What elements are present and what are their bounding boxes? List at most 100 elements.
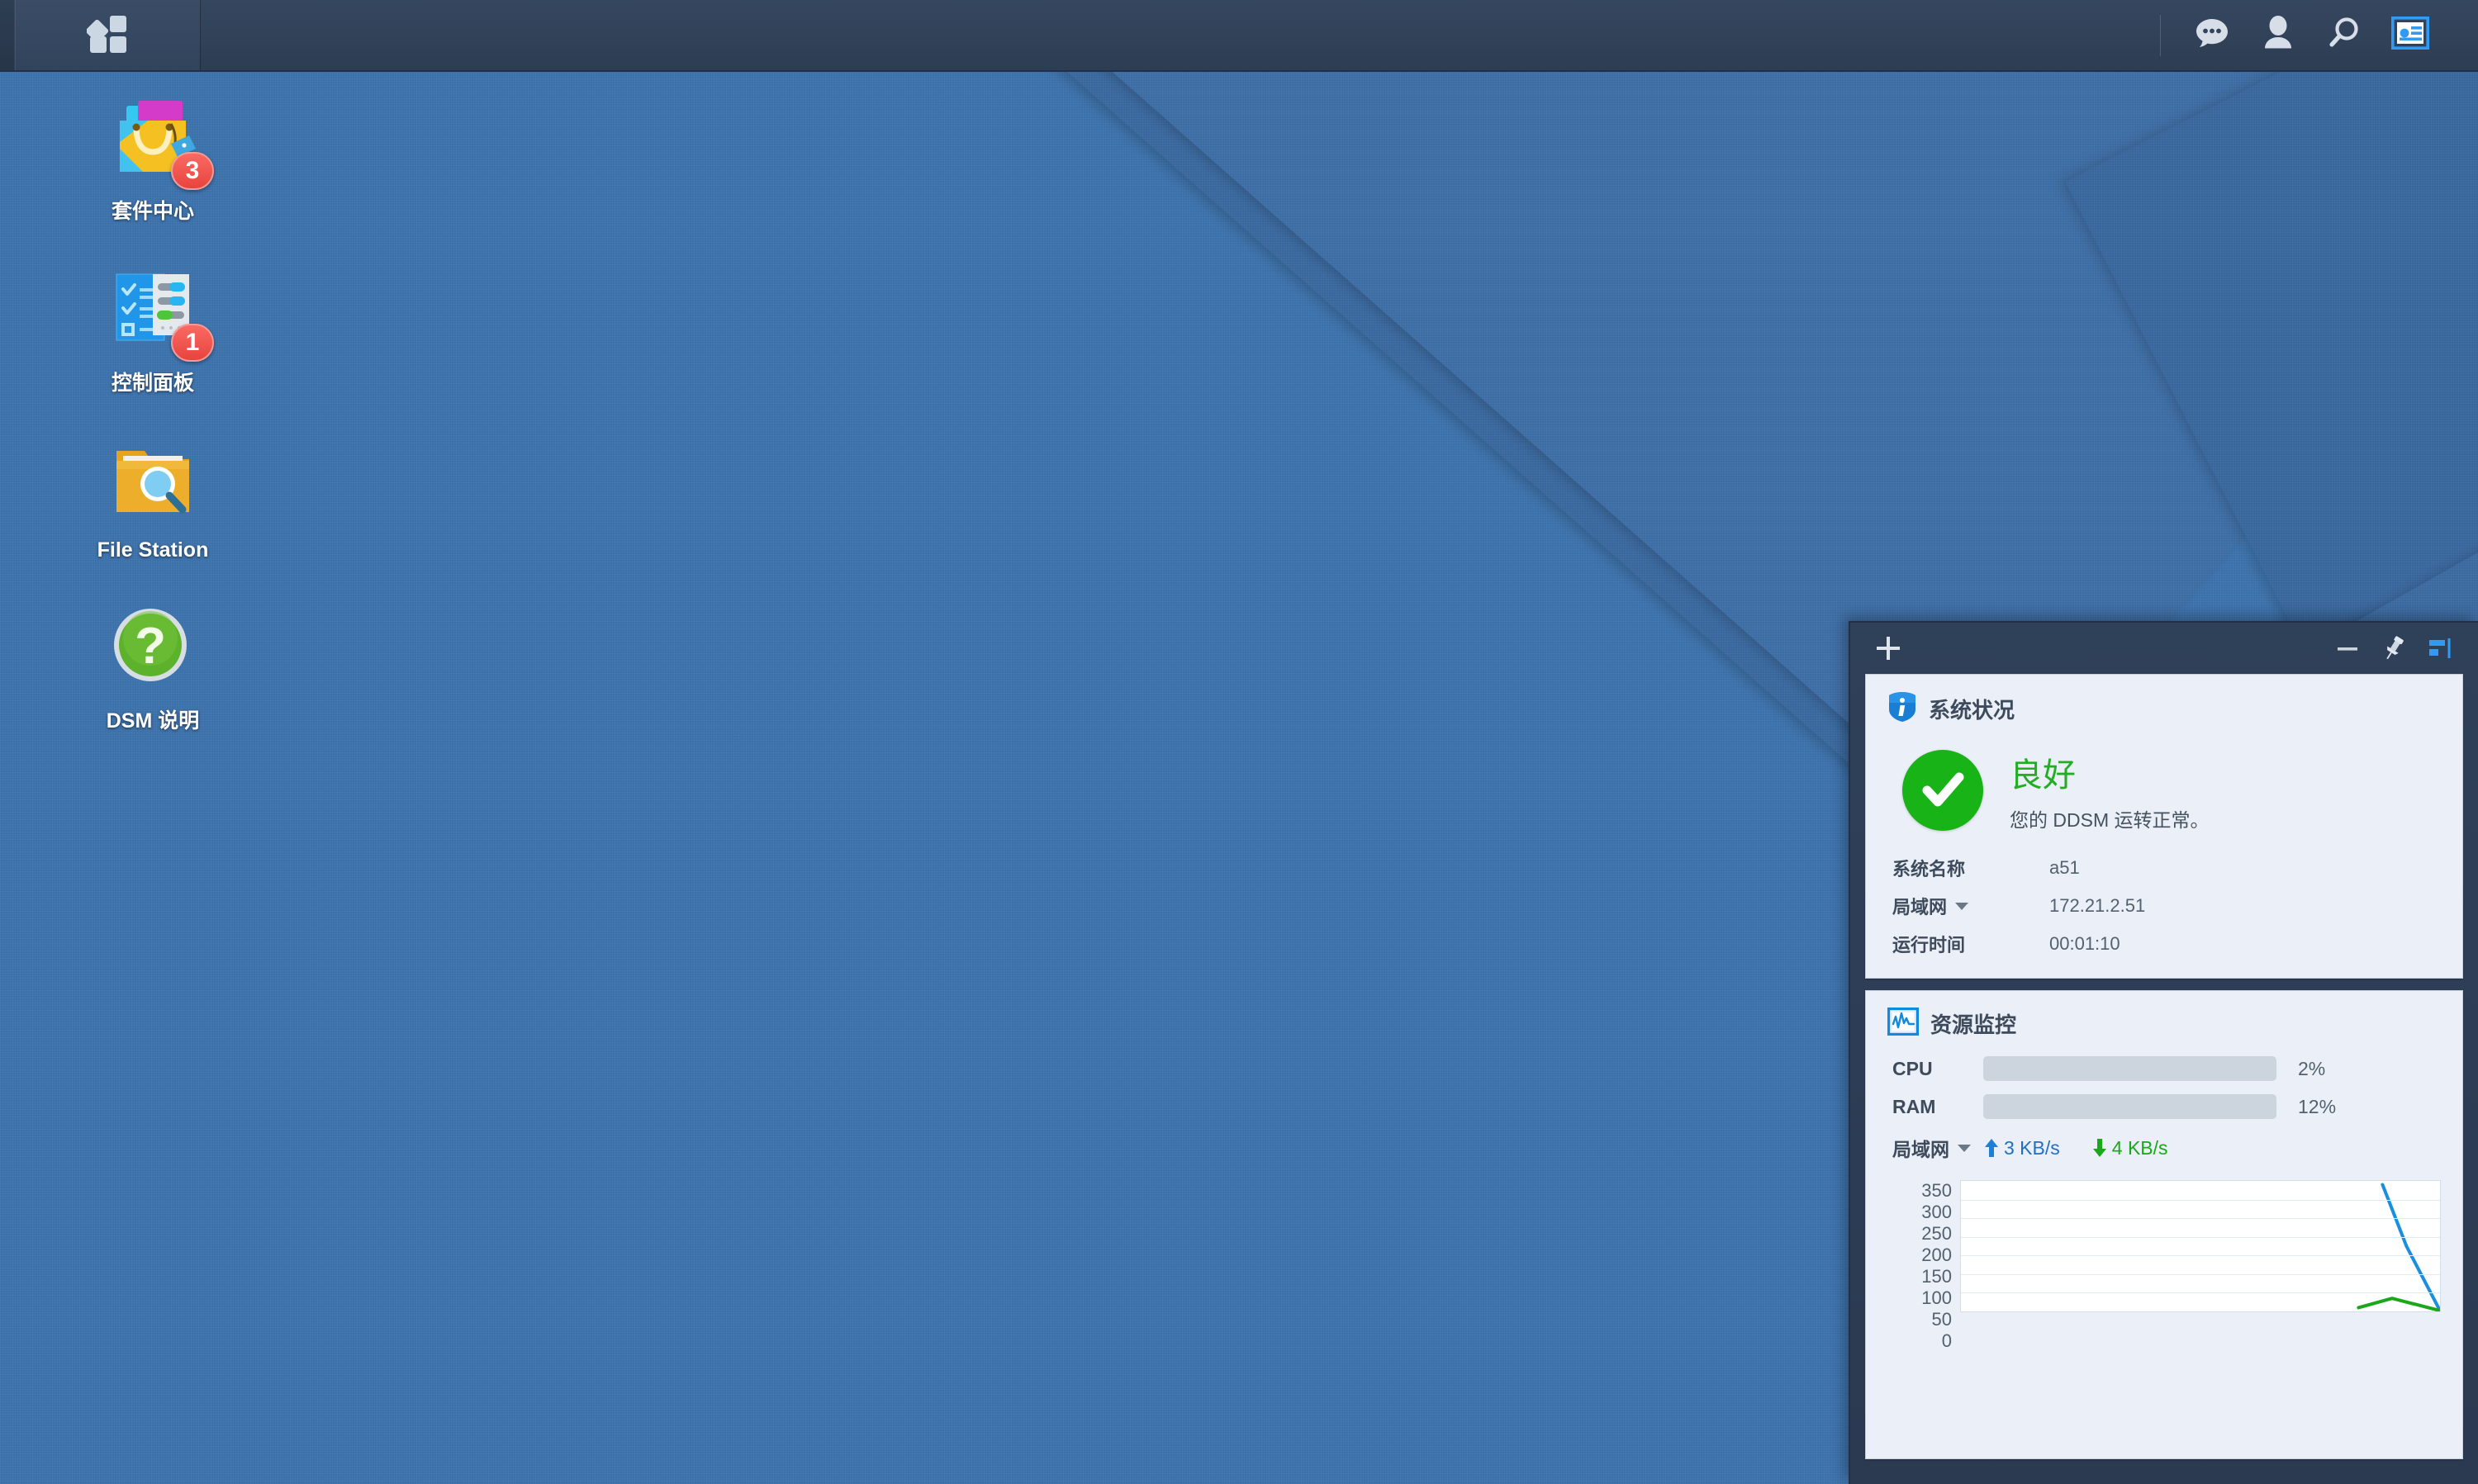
chart-y-tick: 150 <box>1921 1266 1952 1287</box>
upload-speed-value: 3 KB/s <box>2004 1136 2060 1159</box>
taskbar-left-edge <box>0 0 15 70</box>
main-menu-icon <box>85 12 130 59</box>
system-health-status: 良好 您的 DDSM 运转正常。 <box>1887 737 2441 849</box>
health-text-block: 良好 您的 DDSM 运转正常。 <box>2010 748 2210 832</box>
cpu-value: 2% <box>2298 1057 2326 1079</box>
pin-panel-button[interactable] <box>2371 627 2417 670</box>
upload-speed: 3 KB/s <box>1983 1137 2060 1159</box>
help-icon: ? <box>105 600 201 696</box>
chart-y-tick: 300 <box>1921 1202 1952 1222</box>
chart-y-tick: 100 <box>1921 1287 1952 1308</box>
system-name-value: a51 <box>2049 857 2080 878</box>
chart-gridline <box>1961 1255 2440 1257</box>
chart-plot-area <box>1960 1180 2441 1312</box>
desktop-icon-dsm-help[interactable]: ? DSM 说明 <box>58 600 248 734</box>
arrow-down-icon <box>2092 1139 2106 1157</box>
chart-y-tick: 350 <box>1921 1180 1952 1201</box>
lan-key-label: 局域网 <box>1892 897 1948 917</box>
widgets-button[interactable] <box>2377 0 2443 71</box>
uptime-row: 运行时间 00:01:10 <box>1887 925 2441 963</box>
main-menu-button[interactable] <box>15 0 201 70</box>
network-selector[interactable]: 局域网 <box>1892 1134 1983 1162</box>
notifications-icon <box>2193 14 2231 56</box>
pin-icon <box>2386 636 2404 660</box>
system-health-header: 系统状况 <box>1887 691 2441 727</box>
desktop-icon-package-center[interactable]: 3 套件中心 <box>58 91 248 225</box>
package-center-icon: 3 <box>105 91 214 190</box>
add-widget-button[interactable] <box>1865 627 1911 670</box>
chart-gridline <box>1961 1218 2440 1220</box>
user-icon <box>2261 14 2295 56</box>
search-icon <box>2326 15 2362 55</box>
desktop-icon-file-station[interactable]: File Station <box>58 434 248 562</box>
lan-key[interactable]: 局域网 <box>1892 893 2049 919</box>
health-status-label: 良好 <box>2010 757 2076 794</box>
desktop-icon-control-panel[interactable]: 1 控制面板 <box>58 263 248 396</box>
ram-row: RAM 12% <box>1887 1088 2441 1126</box>
info-shield-icon <box>1887 691 1917 727</box>
ram-label: RAM <box>1892 1095 1936 1117</box>
chart-series-下载 <box>2358 1298 2440 1311</box>
desktop-icon-label: File Station <box>97 538 209 562</box>
chart-gridline <box>1961 1273 2440 1275</box>
taskbar <box>0 0 2478 72</box>
search-button[interactable] <box>2311 0 2377 71</box>
arrow-up-icon <box>1985 1139 1998 1157</box>
ram-progress-bar <box>1983 1094 2276 1119</box>
uptime-value: 00:01:10 <box>2049 933 2120 954</box>
lan-ip-value: 172.21.2.51 <box>2049 895 2146 916</box>
desktop-icon-label: 套件中心 <box>111 200 194 223</box>
desktop-screen: 3 套件中心 1 控制面板 File Station ? DSM 说明 系统状况… <box>0 0 2478 1484</box>
widget-panel: 系统状况 良好 您的 DDSM 运转正常。 系统名称 a51 局域网 172.2… <box>1849 621 2478 1484</box>
download-speed-value: 4 KB/s <box>2111 1136 2168 1159</box>
minimize-panel-button[interactable] <box>2324 627 2371 670</box>
resource-monitor-widget: 资源监控 CPU 2% RAM 12% 局域网 3 KB/s 4 KB/s 35… <box>1865 990 2463 1459</box>
download-speed: 4 KB/s <box>2091 1137 2168 1159</box>
file-station-icon <box>105 434 201 530</box>
cpu-row: CPU 2% <box>1887 1050 2441 1088</box>
network-chart: 350 300 250 200 150 100 50 0 <box>1887 1180 2441 1352</box>
taskbar-tray <box>2160 0 2478 70</box>
widgets-icon <box>2390 16 2430 54</box>
desktop-icon-list: 3 套件中心 1 控制面板 File Station ? DSM 说明 <box>58 91 248 772</box>
chart-y-tick: 0 <box>1941 1330 1952 1351</box>
cpu-label: CPU <box>1892 1057 1933 1079</box>
resource-monitor-header: 资源监控 <box>1887 1008 2441 1040</box>
chart-gridline <box>1961 1236 2440 1238</box>
notifications-button[interactable] <box>2179 0 2245 71</box>
network-row: 局域网 3 KB/s 4 KB/s <box>1887 1126 2441 1170</box>
control-panel-badge: 1 <box>171 324 214 362</box>
system-name-row: 系统名称 a51 <box>1887 849 2441 887</box>
resource-monitor-title: 资源监控 <box>1930 1012 2017 1037</box>
system-health-widget: 系统状况 良好 您的 DDSM 运转正常。 系统名称 a51 局域网 172.2… <box>1865 674 2463 979</box>
taskbar-spacer <box>201 0 2160 70</box>
package-center-badge: 3 <box>171 152 214 190</box>
resource-monitor-icon <box>1887 1008 1919 1040</box>
chart-y-axis: 350 300 250 200 150 100 50 0 <box>1891 1180 1960 1352</box>
chart-gridline <box>1961 1292 2440 1294</box>
dock-right-icon <box>2429 638 2451 658</box>
svg-text:?: ? <box>135 618 166 675</box>
system-name-key: 系统名称 <box>1892 859 1966 879</box>
minimize-icon <box>2338 647 2357 651</box>
control-panel-icon: 1 <box>105 263 214 362</box>
chevron-down-icon[interactable] <box>1955 902 1969 910</box>
chart-y-tick: 50 <box>1931 1309 1952 1330</box>
system-health-title: 系统状况 <box>1929 698 2015 723</box>
user-options-button[interactable] <box>2245 0 2311 71</box>
dock-right-button[interactable] <box>2417 627 2463 670</box>
desktop-icon-label: 控制面板 <box>111 372 194 395</box>
widget-panel-header <box>1865 623 2463 674</box>
chart-y-tick: 200 <box>1921 1245 1952 1265</box>
chart-y-tick: 250 <box>1921 1223 1952 1244</box>
desktop-icon-label: DSM 说明 <box>106 709 200 733</box>
chart-lines <box>1961 1181 2440 1311</box>
health-status-message: 您的 DDSM 运转正常。 <box>2010 809 2210 831</box>
network-label: 局域网 <box>1892 1139 1949 1160</box>
cpu-progress-bar <box>1983 1056 2276 1081</box>
lan-row[interactable]: 局域网 172.21.2.51 <box>1887 887 2441 925</box>
health-check-icon <box>1902 750 1983 831</box>
chart-series-上传 <box>2382 1185 2440 1311</box>
chevron-down-icon[interactable] <box>1958 1144 1971 1152</box>
plus-icon <box>1877 637 1900 660</box>
